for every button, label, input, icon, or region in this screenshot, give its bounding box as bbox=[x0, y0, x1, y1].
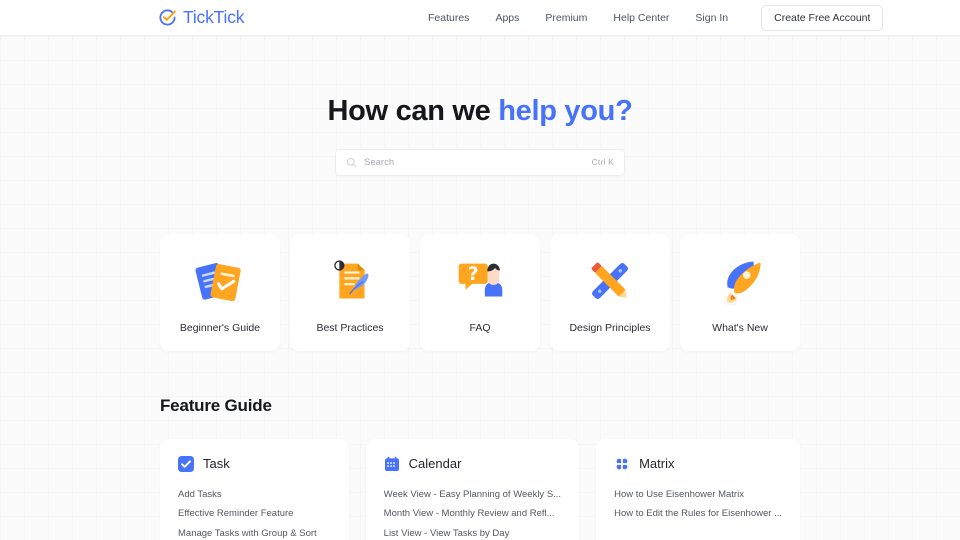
page-title: How can we help you? bbox=[0, 94, 960, 129]
feature-link[interactable]: Manage Tasks with Group & Sort bbox=[178, 524, 331, 540]
feature-card-task: Task Add Tasks Effective Reminder Featur… bbox=[160, 438, 349, 540]
feature-card-row: Task Add Tasks Effective Reminder Featur… bbox=[160, 438, 800, 540]
search-input[interactable] bbox=[364, 156, 592, 168]
category-card-whats-new[interactable]: What's New bbox=[680, 233, 800, 351]
feature-card-header: Task bbox=[178, 455, 331, 472]
create-free-account-button[interactable]: Create Free Account bbox=[761, 4, 884, 31]
category-label: Beginner's Guide bbox=[179, 322, 261, 335]
site-header: TickTick Features Apps Premium Help Cent… bbox=[0, 0, 960, 36]
brand-name: TickTick bbox=[183, 7, 245, 27]
notes-checklist-illustration bbox=[195, 263, 241, 302]
calendar-icon bbox=[384, 456, 399, 471]
feature-card-matrix: Matrix How to Use Eisenhower Matrix How … bbox=[596, 438, 800, 540]
search-icon bbox=[346, 157, 357, 168]
feature-guide-section: Feature Guide Task Add Tasks Effective R… bbox=[160, 396, 800, 540]
page-title-main: How can we bbox=[327, 95, 499, 127]
nav-link-premium[interactable]: Premium bbox=[532, 12, 600, 24]
feature-link[interactable]: How to Use Eisenhower Matrix bbox=[614, 485, 782, 505]
category-card-faq[interactable]: ? FAQ bbox=[420, 233, 540, 351]
matrix-icon bbox=[616, 458, 628, 470]
feature-card-header: Calendar bbox=[384, 456, 561, 472]
document-quill-illustration bbox=[334, 260, 369, 299]
feature-link[interactable]: Effective Reminder Feature bbox=[178, 504, 331, 524]
category-label: FAQ bbox=[469, 322, 491, 335]
feature-card-name: Matrix bbox=[639, 456, 675, 472]
rocket-illustration bbox=[723, 261, 761, 307]
feature-link[interactable]: List View - View Tasks by Day bbox=[384, 524, 561, 540]
ticktick-check-circle-icon bbox=[159, 9, 176, 26]
feature-card-name: Calendar bbox=[408, 456, 462, 472]
nav-link-apps[interactable]: Apps bbox=[482, 12, 532, 24]
feature-guide-title: Feature Guide bbox=[160, 395, 272, 415]
svg-text:?: ? bbox=[468, 264, 479, 285]
feature-card-name: Task bbox=[203, 456, 230, 472]
category-card-beginners-guide[interactable]: Beginner's Guide bbox=[160, 233, 280, 351]
feature-card-header: Matrix bbox=[614, 456, 782, 472]
brand-logo[interactable]: TickTick bbox=[158, 7, 244, 28]
help-center-page: TickTick Features Apps Premium Help Cent… bbox=[0, 0, 960, 540]
checkbox-icon bbox=[178, 455, 194, 472]
feature-card-calendar: Calendar Week View - Easy Planning of We… bbox=[365, 438, 580, 540]
cross-pencil-illustration bbox=[591, 262, 628, 300]
main-nav: Features Apps Premium Help Center Sign I… bbox=[428, 4, 884, 31]
nav-link-help-center[interactable]: Help Center bbox=[600, 12, 682, 24]
hero-section: How can we help you? Ctrl K bbox=[0, 36, 960, 176]
category-card-design-principles[interactable]: Design Principles bbox=[550, 233, 670, 351]
feature-link[interactable]: Add Tasks bbox=[178, 485, 331, 505]
feature-link[interactable]: Week View - Easy Planning of Weekly S... bbox=[384, 485, 561, 505]
category-card-best-practices[interactable]: Best Practices bbox=[290, 233, 410, 351]
category-label: Best Practices bbox=[316, 322, 384, 335]
question-person-illustration: ? bbox=[458, 263, 503, 297]
page-title-accent: help you? bbox=[498, 95, 633, 127]
category-label: What's New bbox=[712, 322, 768, 335]
search-bar[interactable]: Ctrl K bbox=[335, 148, 625, 176]
feature-link[interactable]: How to Edit the Rules for Eisenhower ... bbox=[614, 504, 782, 524]
feature-link[interactable]: Month View - Monthly Review and Refl... bbox=[384, 504, 561, 524]
search-shortcut-hint: Ctrl K bbox=[591, 157, 614, 168]
nav-link-sign-in[interactable]: Sign In bbox=[682, 12, 741, 24]
category-label: Design Principles bbox=[569, 322, 651, 335]
nav-link-features[interactable]: Features bbox=[428, 12, 482, 24]
category-card-row: Beginner's Guide Best Practices ? FAQ De… bbox=[160, 233, 800, 351]
